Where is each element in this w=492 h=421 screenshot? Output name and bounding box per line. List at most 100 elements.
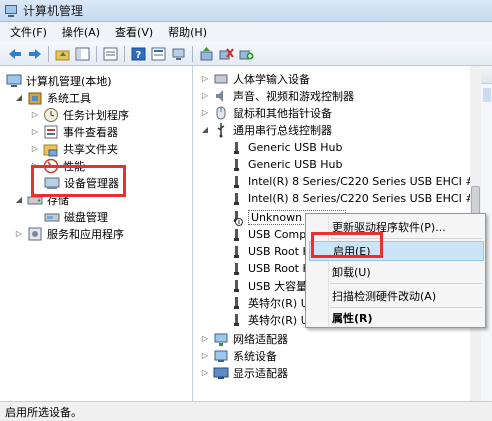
menu-file[interactable]: 文件(F)	[10, 24, 47, 40]
event-log-icon	[43, 124, 59, 140]
window-title: 计算机管理	[23, 4, 84, 18]
expand-icon[interactable]: ▷	[200, 74, 210, 84]
speaker-icon	[213, 88, 229, 104]
device-item[interactable]: Generic USB Hub	[228, 156, 342, 173]
expand-icon[interactable]: ▷	[200, 368, 210, 378]
device-label: Generic USB Hub	[248, 141, 343, 154]
enable-device-icon[interactable]	[238, 45, 255, 62]
usb-plug-icon	[228, 140, 244, 156]
device-label: Intel(R) 8 Series/C220 Series USB EHCI #…	[248, 175, 480, 188]
help-icon[interactable]: ?	[130, 45, 147, 62]
tree-item-event-viewer[interactable]: ▷ 事件查看器	[30, 123, 118, 140]
toolbar-separator	[48, 45, 49, 62]
expand-icon[interactable]: ▷	[200, 334, 210, 344]
collapse-icon[interactable]: ◢	[14, 93, 24, 103]
device-category-usb[interactable]: ◢ 通用串行总线控制器	[200, 121, 332, 138]
tree-item-shared-folders[interactable]: ▷ 共享文件夹	[30, 140, 118, 157]
tree-item-disk-management[interactable]: 磁盘管理	[44, 208, 108, 225]
device-item[interactable]: USB Compo	[228, 226, 313, 243]
update-driver-icon[interactable]	[198, 45, 215, 62]
device-category-mouse[interactable]: ▷ 鼠标和其他指针设备	[200, 104, 332, 121]
disabled-device-icon	[228, 210, 244, 226]
device-item[interactable]: 英特尔(R) U	[228, 294, 309, 311]
expand-icon[interactable]: ▷	[200, 91, 210, 101]
expand-icon[interactable]: ▷	[200, 351, 210, 361]
tree-item-label: 系统工具	[47, 91, 91, 105]
properties-sheet-icon[interactable]	[150, 45, 167, 62]
console-tree-icon[interactable]	[74, 45, 91, 62]
usb-plug-icon	[228, 244, 244, 260]
highlight-enable	[311, 232, 383, 258]
device-label: 英特尔(R) U	[248, 313, 309, 327]
shared-folder-icon	[43, 141, 59, 157]
device-label: USB 大容量	[248, 279, 308, 293]
collapse-icon[interactable]: ◢	[200, 125, 210, 135]
usb-icon	[213, 122, 229, 138]
expand-icon[interactable]: ▷	[30, 127, 40, 137]
toolbar: ?	[0, 42, 492, 66]
svg-text:?: ?	[136, 50, 142, 61]
tree-item-services-apps[interactable]: ▷ 服务和应用程序	[14, 225, 124, 242]
clock-icon	[43, 107, 59, 123]
forward-icon[interactable]	[26, 45, 43, 62]
context-menu: 更新驱动程序软件(P)... 启用(E) 卸载(U) 扫描检测硬件改动(A) 属…	[305, 213, 486, 328]
uninstall-icon[interactable]	[218, 45, 235, 62]
device-label: 鼠标和其他指针设备	[233, 106, 332, 120]
device-item[interactable]: 英特尔(R) U	[228, 311, 309, 328]
device-label: Intel(R) 8 Series/C220 Series USB EHCI #…	[248, 192, 480, 205]
usb-plug-icon	[228, 295, 244, 311]
collapse-icon[interactable]: ◢	[14, 195, 24, 205]
tree-root[interactable]: 计算机管理(本地)	[6, 72, 112, 89]
tree-item-system-tools[interactable]: ◢ 系统工具	[14, 89, 91, 106]
device-item[interactable]: Generic USB Hub	[228, 139, 342, 156]
usb-plug-icon	[228, 157, 244, 173]
menu-item-uninstall[interactable]: 卸载(U)	[332, 262, 371, 282]
device-category-sound[interactable]: ▷ 声音、视频和游戏控制器	[200, 87, 354, 104]
expand-icon[interactable]: ▷	[14, 229, 24, 239]
up-folder-icon[interactable]	[54, 45, 71, 62]
tree-item-task-scheduler[interactable]: ▷ 任务计划程序	[30, 106, 129, 123]
device-item[interactable]: Intel(R) 8 Series/C220 Series USB EHCI #…	[228, 190, 480, 207]
device-item[interactable]: USB Root H	[228, 260, 311, 277]
tree-item-label: 共享文件夹	[63, 142, 118, 156]
device-category-network[interactable]: ▷ 网络适配器	[200, 330, 288, 347]
display-adapter-icon	[213, 365, 229, 381]
status-text: 启用所选设备。	[5, 405, 82, 419]
tree-root-label: 计算机管理(本地)	[26, 74, 112, 88]
highlight-device-manager	[31, 165, 126, 197]
device-category-hid[interactable]: ▷ 人体学输入设备	[200, 70, 310, 87]
usb-plug-icon	[228, 191, 244, 207]
menu-separator	[330, 283, 482, 284]
show-hide-icon[interactable]	[102, 45, 119, 62]
toolbar-separator	[124, 45, 125, 62]
back-icon[interactable]	[6, 45, 23, 62]
menu-help[interactable]: 帮助(H)	[168, 24, 207, 40]
device-item[interactable]: USB 大容量	[228, 277, 307, 294]
tools-icon	[27, 90, 43, 106]
expand-icon[interactable]: ▷	[200, 108, 210, 118]
toolbar-separator	[192, 45, 193, 62]
menu-item-properties[interactable]: 属性(R)	[332, 308, 373, 328]
menu-bar: 文件(F) 操作(A) 查看(V) 帮助(H)	[0, 22, 492, 42]
device-item[interactable]: USB Root H	[228, 243, 311, 260]
usb-plug-icon	[228, 174, 244, 190]
menu-view[interactable]: 查看(V)	[115, 24, 153, 40]
device-category-display[interactable]: ▷ 显示适配器	[200, 364, 288, 381]
device-category-system[interactable]: ▷ 系统设备	[200, 347, 277, 364]
console-tree-pane[interactable]: 计算机管理(本地) ◢ 系统工具 ▷ 任务计划程序 ▷ 事件查看器 ▷ 共享文件…	[0, 66, 193, 401]
device-item[interactable]: Intel(R) 8 Series/C220 Series USB EHCI #…	[228, 173, 480, 190]
tree-item-label: 磁盘管理	[64, 210, 108, 224]
device-label: Generic USB Hub	[248, 158, 343, 171]
disk-icon	[44, 209, 60, 225]
expand-icon[interactable]: ▷	[30, 110, 40, 120]
scan-hardware-icon[interactable]	[170, 45, 187, 62]
expand-icon[interactable]: ▷	[30, 144, 40, 154]
device-label: USB Root H	[248, 262, 311, 275]
device-label: 英特尔(R) U	[248, 296, 309, 310]
device-label: 人体学输入设备	[233, 72, 310, 86]
tree-item-label: 事件查看器	[63, 125, 118, 139]
mouse-icon	[213, 105, 229, 121]
menu-action[interactable]: 操作(A)	[62, 24, 100, 40]
network-icon	[213, 331, 229, 347]
menu-item-scan[interactable]: 扫描检测硬件改动(A)	[332, 286, 436, 306]
